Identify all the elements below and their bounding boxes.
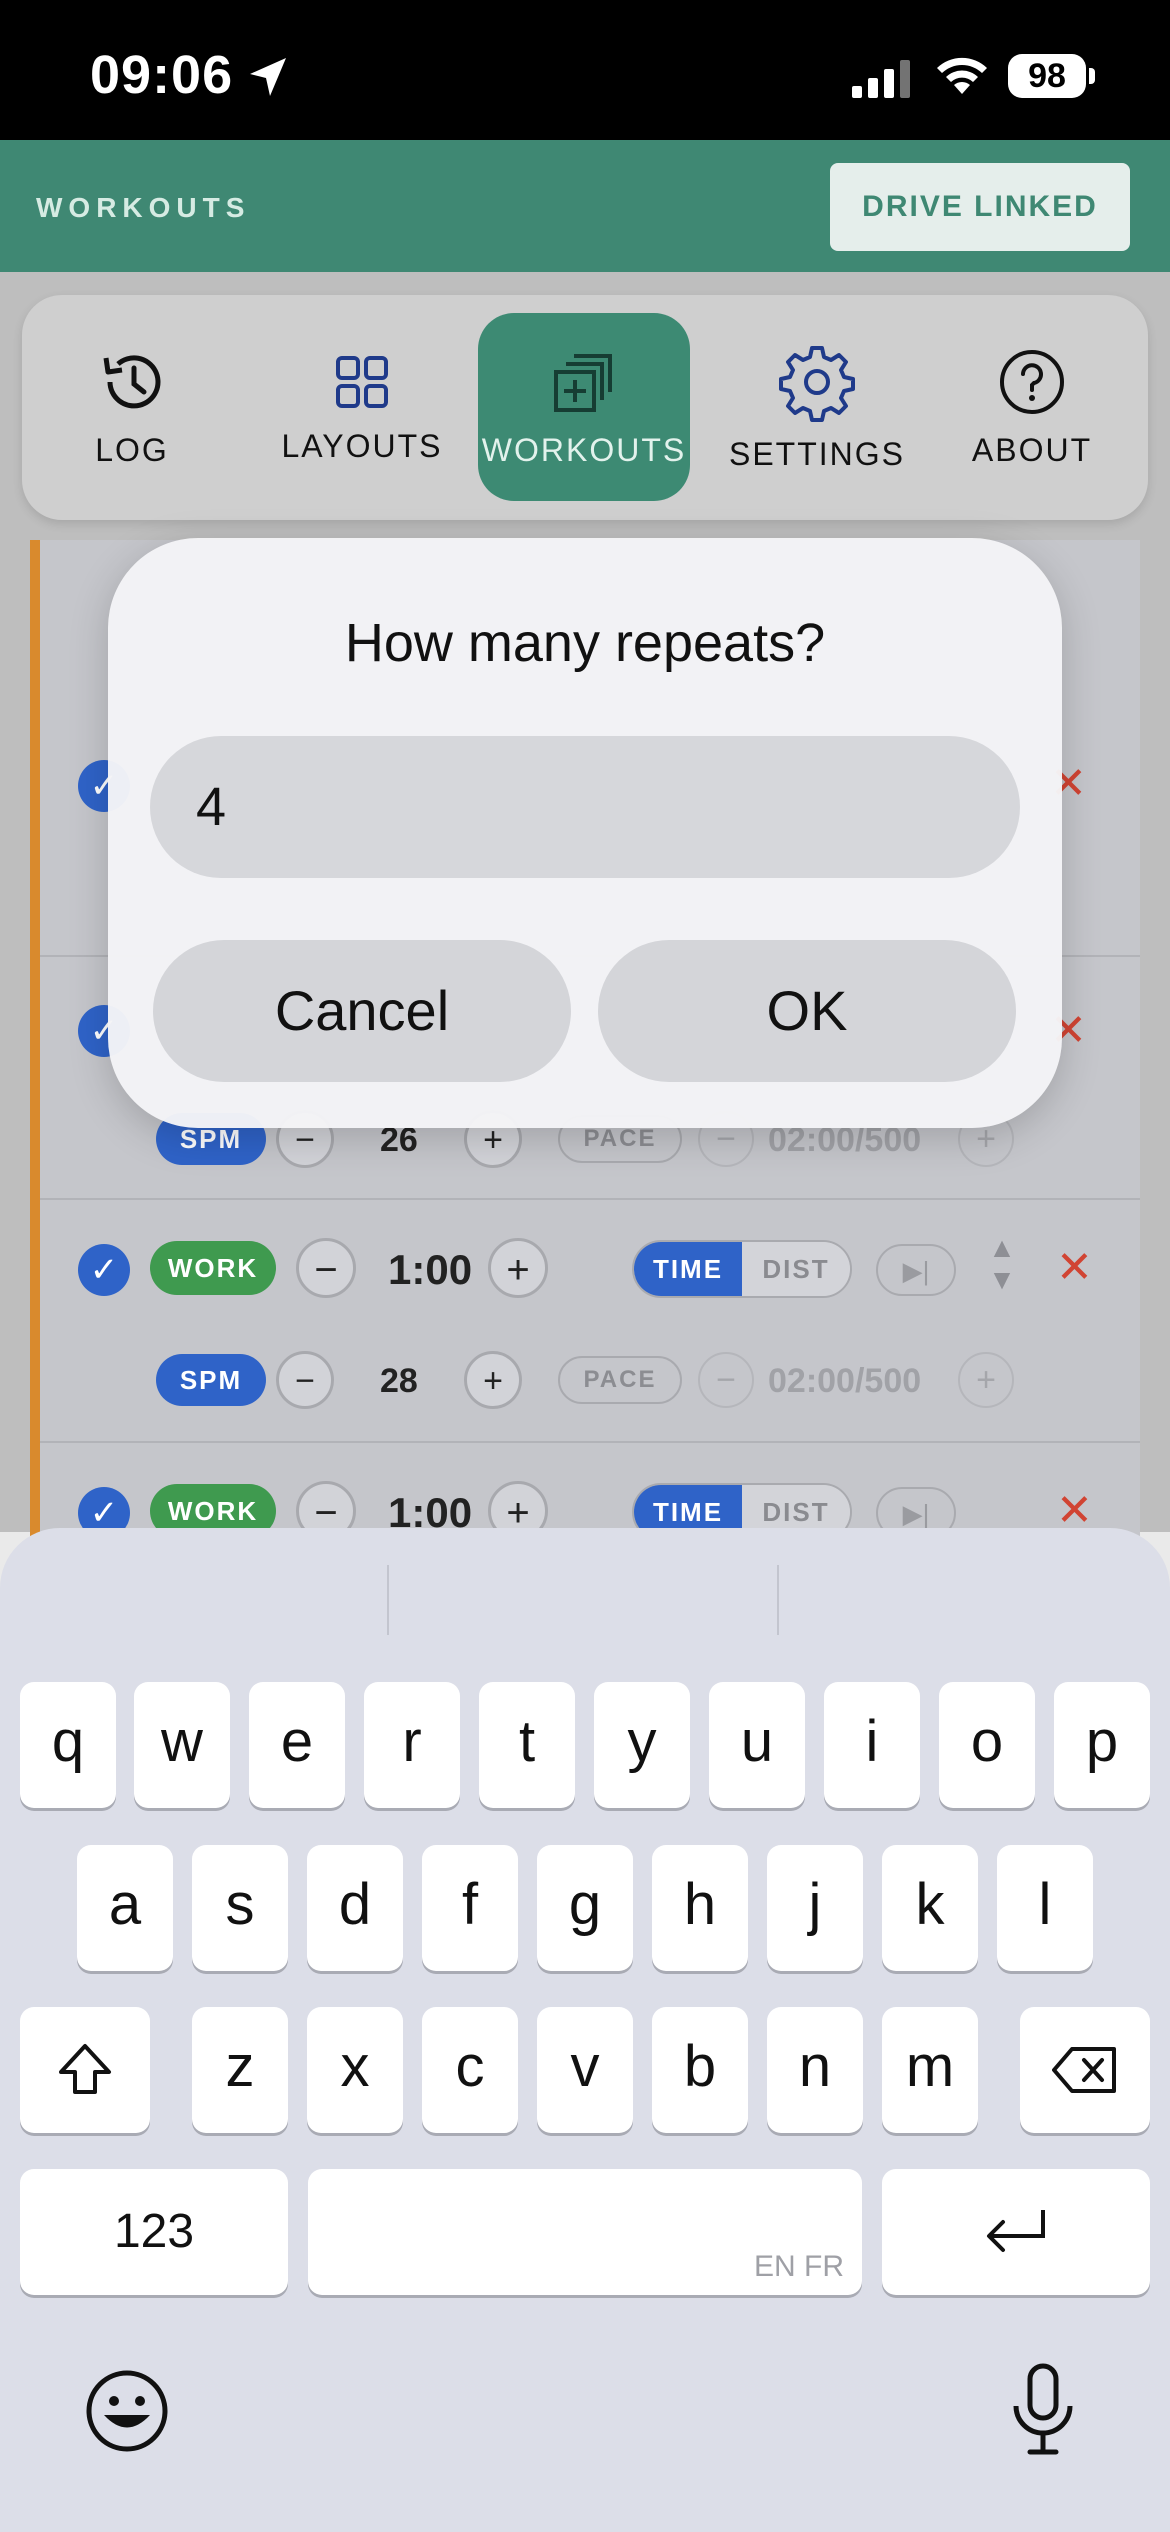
gear-icon <box>779 346 855 422</box>
ok-button[interactable]: OK <box>598 940 1016 1082</box>
shift-icon <box>59 2044 111 2094</box>
wifi-icon <box>937 57 987 94</box>
key-a[interactable]: a <box>77 1845 173 1971</box>
shift-key[interactable] <box>20 2007 150 2133</box>
skip-button[interactable]: ▶| <box>876 1244 956 1296</box>
tab-log-label: LOG <box>95 432 169 468</box>
tab-settings-label: SETTINGS <box>728 436 905 472</box>
reorder-arrows-icon[interactable]: ▲ ▼ <box>982 1232 1022 1296</box>
spm-value: 28 <box>380 1362 418 1400</box>
key-q[interactable]: q <box>20 1682 116 1808</box>
time-dist-toggle[interactable]: TIME DIST <box>632 1240 852 1298</box>
row-check[interactable]: ✓ <box>78 1244 130 1296</box>
grid-icon <box>336 356 388 408</box>
location-arrow-icon <box>250 58 286 96</box>
key-i[interactable]: i <box>824 1682 920 1808</box>
dialog-title: How many repeats? <box>344 613 826 673</box>
key-d[interactable]: d <box>307 1845 403 1971</box>
microphone-icon[interactable] <box>1006 2362 1080 2458</box>
duration-decrease-button[interactable]: − <box>296 1238 356 1298</box>
key-n[interactable]: n <box>767 2007 863 2133</box>
tab-layouts[interactable]: LAYOUTS <box>272 295 452 520</box>
key-j[interactable]: j <box>767 1845 863 1971</box>
return-key[interactable] <box>882 2169 1150 2295</box>
key-t[interactable]: t <box>479 1682 575 1808</box>
key-k[interactable]: k <box>882 1845 978 1971</box>
tab-workouts-label: WORKOUTS <box>481 431 687 468</box>
key-b[interactable]: b <box>652 2007 748 2133</box>
workout-row: ✓ WORK − 1:00 + TIME DIST ▶| ✕ <box>40 1441 1140 1541</box>
numbers-key[interactable]: 123 <box>20 2169 288 2295</box>
key-v[interactable]: v <box>537 2007 633 2133</box>
key-h[interactable]: h <box>652 1845 748 1971</box>
spm-decrease-button[interactable]: − <box>276 1351 334 1409</box>
tab-about[interactable]: ABOUT <box>942 295 1122 520</box>
battery-level: 98 <box>1008 54 1086 98</box>
key-u[interactable]: u <box>709 1682 805 1808</box>
key-o[interactable]: o <box>939 1682 1035 1808</box>
cancel-button[interactable]: Cancel <box>153 940 571 1082</box>
status-time: 09:06 <box>90 45 234 105</box>
spm-label: SPM <box>156 1354 266 1406</box>
repeats-input[interactable]: 4 <box>150 736 1020 878</box>
emoji-icon[interactable] <box>84 2368 170 2454</box>
pace-increase-button[interactable]: + <box>958 1352 1014 1408</box>
key-y[interactable]: y <box>594 1682 690 1808</box>
key-e[interactable]: e <box>249 1682 345 1808</box>
key-p[interactable]: p <box>1054 1682 1150 1808</box>
key-l[interactable]: l <box>997 1845 1093 1971</box>
key-r[interactable]: r <box>364 1682 460 1808</box>
spm-increase-button[interactable]: + <box>464 1351 522 1409</box>
group-indicator <box>30 540 40 1540</box>
key-g[interactable]: g <box>537 1845 633 1971</box>
tab-log[interactable]: LOG <box>52 295 212 520</box>
app-title: WORKOUTS <box>36 192 251 223</box>
signal-icon <box>852 60 910 98</box>
key-z[interactable]: z <box>192 2007 288 2133</box>
key-x[interactable]: x <box>307 2007 403 2133</box>
delete-row-icon[interactable]: ✕ <box>1056 1242 1093 1293</box>
help-icon <box>1000 350 1064 414</box>
key-f[interactable]: f <box>422 1845 518 1971</box>
return-icon <box>987 2210 1045 2252</box>
language-hint: EN FR <box>754 2250 844 2283</box>
duration-value: 1:00 <box>388 1246 473 1293</box>
suggestion-divider <box>777 1565 779 1635</box>
battery-tip <box>1089 68 1095 84</box>
interval-type-badge[interactable]: WORK <box>150 1241 276 1295</box>
key-s[interactable]: s <box>192 1845 288 1971</box>
key-w[interactable]: w <box>134 1682 230 1808</box>
space-key[interactable]: EN FR <box>308 2169 862 2295</box>
stack-add-icon <box>554 353 612 412</box>
suggestion-divider <box>387 1565 389 1635</box>
tab-about-label: ABOUT <box>971 432 1093 468</box>
pace-decrease-button[interactable]: − <box>698 1352 754 1408</box>
drive-linked-button[interactable]: DRIVE LINKED <box>830 163 1130 251</box>
history-icon <box>103 355 161 409</box>
pace-value: 02:00/500 <box>768 1362 922 1400</box>
time-option[interactable]: TIME <box>634 1242 742 1296</box>
tab-workouts[interactable]: WORKOUTS <box>478 313 690 501</box>
backspace-icon <box>1052 2047 1116 2093</box>
dist-option[interactable]: DIST <box>742 1242 850 1296</box>
backspace-key[interactable] <box>1020 2007 1150 2133</box>
workout-row: ✓ WORK − 1:00 + TIME DIST ▶| ▲ ▼ ✕ SPM − … <box>40 1198 1140 1443</box>
tab-layouts-label: LAYOUTS <box>281 428 443 464</box>
key-c[interactable]: c <box>422 2007 518 2133</box>
tab-settings[interactable]: SETTINGS <box>717 295 917 520</box>
duration-increase-button[interactable]: + <box>488 1238 548 1298</box>
key-m[interactable]: m <box>882 2007 978 2133</box>
pace-label: PACE <box>558 1356 682 1404</box>
tab-bar: LOG LAYOUTS WORKOUTS SETTINGS ABOUT <box>22 295 1148 520</box>
